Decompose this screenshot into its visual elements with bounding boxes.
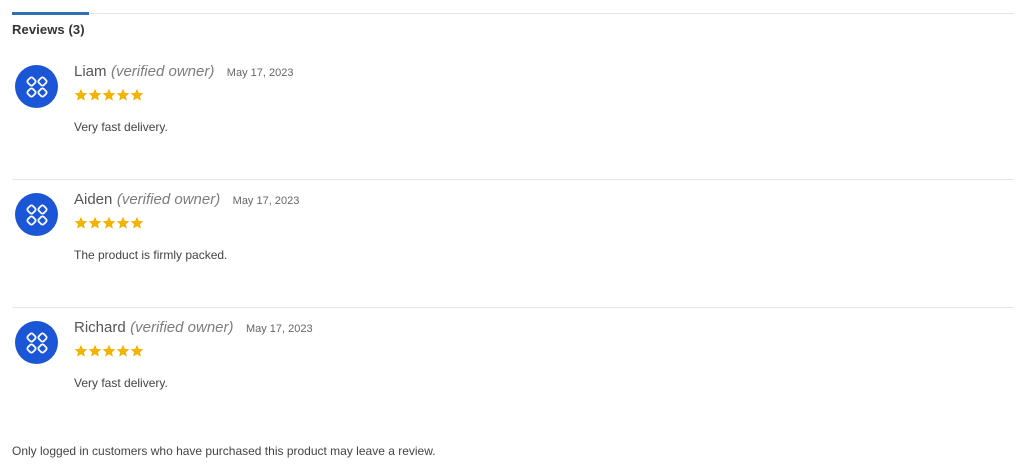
reviews-list: Liam (verified owner) May 17, 2023 Very … (12, 52, 1014, 435)
avatar-pattern-icon (25, 75, 48, 98)
tab-reviews[interactable]: Reviews (3) (12, 22, 85, 37)
verified-owner-label: (verified owner) (130, 319, 234, 336)
star-icon (130, 88, 144, 101)
star-icon (102, 216, 116, 229)
star-icon (74, 344, 88, 357)
avatar (15, 65, 58, 108)
star-icon (130, 216, 144, 229)
star-icon (74, 216, 88, 229)
review-author: Richard (74, 319, 126, 336)
star-icon (88, 88, 102, 101)
review-date: May 17, 2023 (232, 195, 300, 207)
star-icon (102, 344, 116, 357)
review-text: Very fast delivery. (74, 376, 168, 390)
review-date: May 17, 2023 (226, 67, 294, 79)
star-rating (74, 344, 144, 358)
review-meta: Richard (verified owner) May 17, 2023 (74, 319, 313, 337)
review-date: May 17, 2023 (245, 323, 313, 335)
star-rating (74, 216, 144, 230)
review-policy-note: Only logged in customers who have purcha… (12, 444, 436, 458)
star-icon (88, 216, 102, 229)
star-icon (116, 88, 130, 101)
review-item: Liam (verified owner) May 17, 2023 Very … (12, 52, 1014, 180)
verified-owner-label: (verified owner) (116, 191, 221, 208)
star-rating (74, 88, 144, 102)
review-item: Aiden (verified owner) May 17, 2023 The … (12, 180, 1014, 308)
review-meta: Aiden (verified owner) May 17, 2023 (74, 191, 299, 209)
tab-active-indicator (12, 12, 89, 15)
review-text: The product is firmly packed. (74, 248, 228, 262)
review-text: Very fast delivery. (74, 120, 168, 134)
star-icon (130, 344, 144, 357)
star-icon (88, 344, 102, 357)
avatar (15, 193, 58, 236)
review-meta: Liam (verified owner) May 17, 2023 (74, 63, 293, 81)
review-item: Richard (verified owner) May 17, 2023 Ve… (12, 308, 1014, 435)
star-icon (116, 344, 130, 357)
avatar-pattern-icon (25, 331, 48, 354)
review-author: Liam (74, 63, 107, 80)
avatar (15, 321, 58, 364)
star-icon (116, 216, 130, 229)
star-icon (102, 88, 116, 101)
tab-bar-divider (12, 13, 1014, 14)
star-icon (74, 88, 88, 101)
review-author: Aiden (74, 191, 113, 208)
verified-owner-label: (verified owner) (110, 63, 215, 80)
avatar-pattern-icon (25, 203, 48, 226)
